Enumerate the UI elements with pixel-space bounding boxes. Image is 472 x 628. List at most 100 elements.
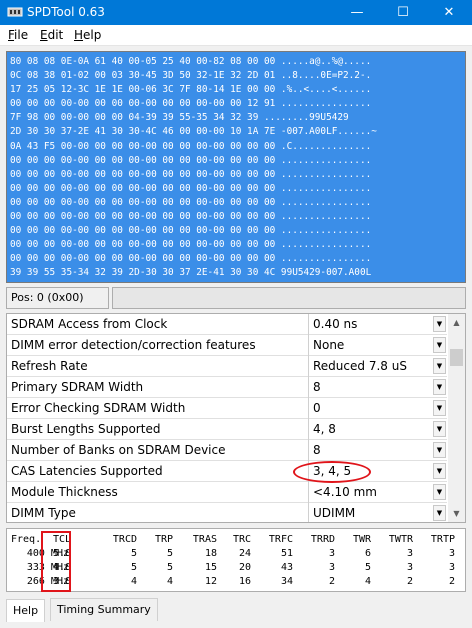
scroll-thumb[interactable]	[450, 349, 463, 366]
scroll-up-icon[interactable]: ▲	[448, 314, 465, 331]
hex-line: 17 25 05 12-3C 1E 1E 00-06 3C 7F 80-14 1…	[10, 84, 372, 96]
timing-cell: 18	[204, 548, 217, 559]
timing-cell: 2	[328, 576, 335, 587]
property-grid[interactable]: SDRAM Access from Clock 0.40 ns ▼ DIMM e…	[6, 313, 466, 523]
property-row[interactable]: CAS Latencies Supported 3, 4, 5 ▼	[7, 461, 447, 482]
timing-cell: 5	[166, 548, 173, 559]
timing-cell: 15	[204, 562, 217, 573]
property-name: DIMM error detection/correction features	[7, 335, 309, 356]
dropdown-arrow-icon[interactable]: ▼	[433, 337, 446, 353]
property-value-select[interactable]: None ▼	[310, 335, 447, 356]
property-value-select[interactable]: 8 ▼	[310, 440, 447, 461]
property-row[interactable]: Primary SDRAM Width 8 ▼	[7, 377, 447, 398]
column-header-trcd: TRCD	[112, 534, 137, 545]
maximize-button[interactable]: ☐	[380, 0, 426, 25]
timing-cell: 43	[280, 562, 293, 573]
close-button[interactable]: ✕	[426, 0, 472, 25]
property-row[interactable]: Module Thickness <4.10 mm ▼	[7, 482, 447, 503]
property-row[interactable]: Refresh Rate Reduced 7.8 uS ▼	[7, 356, 447, 377]
timing-cell: 2	[448, 576, 455, 587]
timing-cell: 6	[364, 548, 371, 559]
property-name: Number of Banks on SDRAM Device	[7, 440, 309, 461]
dropdown-arrow-icon[interactable]: ▼	[433, 442, 446, 458]
timing-cell: 3	[328, 548, 335, 559]
vertical-scrollbar[interactable]: ▲ ▼	[448, 314, 465, 522]
position-indicator: Pos: 0 (0x00)	[6, 287, 109, 309]
cas-latency-highlight	[293, 461, 371, 483]
timing-cell: 5	[364, 562, 371, 573]
timing-cell: 34	[280, 576, 293, 587]
property-value: 4, 8	[313, 422, 336, 436]
minimize-button[interactable]: —	[334, 0, 380, 25]
menu-file[interactable]: File	[8, 28, 28, 42]
timing-cell: 4	[166, 576, 173, 587]
timing-cell: 4	[130, 576, 137, 587]
dropdown-arrow-icon[interactable]: ▼	[433, 421, 446, 437]
timing-cell: 5	[130, 548, 137, 559]
timing-cell: 51	[280, 548, 293, 559]
hex-line: 7F 98 00 00-00 00 00 04-39 39 55-35 34 3…	[10, 112, 349, 124]
tcl-column-highlight	[41, 531, 71, 592]
dropdown-arrow-icon[interactable]: ▼	[433, 505, 446, 521]
property-value-select[interactable]: Reduced 7.8 uS ▼	[310, 356, 447, 377]
hex-editor[interactable]: 80 08 08 0E-0A 61 40 00-05 25 40 00-82 0…	[6, 51, 466, 283]
property-value: UDIMM	[313, 506, 356, 520]
status-bar	[112, 287, 466, 309]
tab-timing-summary[interactable]: Timing Summary	[50, 598, 158, 621]
property-value: None	[313, 338, 345, 352]
dropdown-arrow-icon[interactable]: ▼	[433, 400, 446, 416]
app-icon	[7, 7, 23, 17]
timing-cell: 16	[238, 576, 251, 587]
property-row[interactable]: DIMM Type UDIMM ▼	[7, 503, 447, 522]
property-row[interactable]: SDRAM Access from Clock 0.40 ns ▼	[7, 314, 447, 335]
property-row[interactable]: Burst Lengths Supported 4, 8 ▼	[7, 419, 447, 440]
dropdown-arrow-icon[interactable]: ▼	[433, 484, 446, 500]
dropdown-arrow-icon[interactable]: ▼	[433, 358, 446, 374]
menu-help[interactable]: Help	[74, 28, 101, 42]
timing-cell: 12	[204, 576, 217, 587]
timing-cell: 2	[406, 576, 413, 587]
property-value-select[interactable]: 0 ▼	[310, 398, 447, 419]
hex-line: 00 00 00 00-00 00 00 00-00 00 00 00-00 0…	[10, 196, 372, 208]
property-value-select[interactable]: 0.40 ns ▼	[310, 314, 447, 335]
property-value: 0	[313, 401, 321, 415]
dropdown-arrow-icon[interactable]: ▼	[433, 463, 446, 479]
dropdown-arrow-icon[interactable]: ▼	[433, 379, 446, 395]
timing-cell: 3	[406, 548, 413, 559]
property-row[interactable]: Number of Banks on SDRAM Device 8 ▼	[7, 440, 447, 461]
property-name: CAS Latencies Supported	[7, 461, 309, 482]
tab-help[interactable]: Help	[6, 599, 46, 622]
timing-cell: 5	[166, 562, 173, 573]
hex-line: 00 00 00 00-00 00 00 00-00 00 00 00-00 0…	[10, 98, 372, 110]
column-header-trtp: TRTP	[430, 534, 455, 545]
property-name: Burst Lengths Supported	[7, 419, 309, 440]
property-row[interactable]: Error Checking SDRAM Width 0 ▼	[7, 398, 447, 419]
property-name: SDRAM Access from Clock	[7, 314, 309, 335]
status-row: Pos: 0 (0x00)	[6, 287, 466, 309]
property-value-select[interactable]: 8 ▼	[310, 377, 447, 398]
dropdown-arrow-icon[interactable]: ▼	[433, 316, 446, 332]
timing-cell: 24	[238, 548, 251, 559]
property-row[interactable]: DIMM error detection/correction features…	[7, 335, 447, 356]
property-value-select[interactable]: <4.10 mm ▼	[310, 482, 447, 503]
property-value-select[interactable]: 4, 8 ▼	[310, 419, 447, 440]
column-header-trc: TRC	[232, 534, 251, 545]
hex-line: 80 08 08 0E-0A 61 40 00-05 25 40 00-82 0…	[10, 56, 372, 67]
column-header-trp: TRP	[154, 534, 173, 545]
timing-cell: 3	[448, 562, 455, 573]
column-header-trfc: TRFC	[268, 534, 293, 545]
property-value: 8	[313, 380, 321, 394]
hex-dump[interactable]: 80 08 08 0E-0A 61 40 00-05 25 40 00-82 0…	[7, 52, 465, 281]
hex-line: 00 00 00 00-00 00 00 00-00 00 00 00-00 0…	[10, 253, 372, 265]
property-value-select[interactable]: UDIMM ▼	[310, 503, 447, 522]
property-name: DIMM Type	[7, 503, 309, 522]
scroll-down-icon[interactable]: ▼	[448, 505, 465, 522]
menu-edit[interactable]: Edit	[40, 28, 63, 42]
timing-cell: 20	[238, 562, 251, 573]
property-name: Module Thickness	[7, 482, 309, 503]
property-value: Reduced 7.8 uS	[313, 359, 407, 373]
column-header-twtr: TWTR	[388, 534, 413, 545]
property-value: 8	[313, 443, 321, 457]
hex-line: 0C 08 38 01-02 00 03 30-45 3D 50 32-1E 3…	[10, 70, 372, 82]
title-bar[interactable]: SPDTool 0.63 — ☐ ✕	[0, 0, 472, 25]
